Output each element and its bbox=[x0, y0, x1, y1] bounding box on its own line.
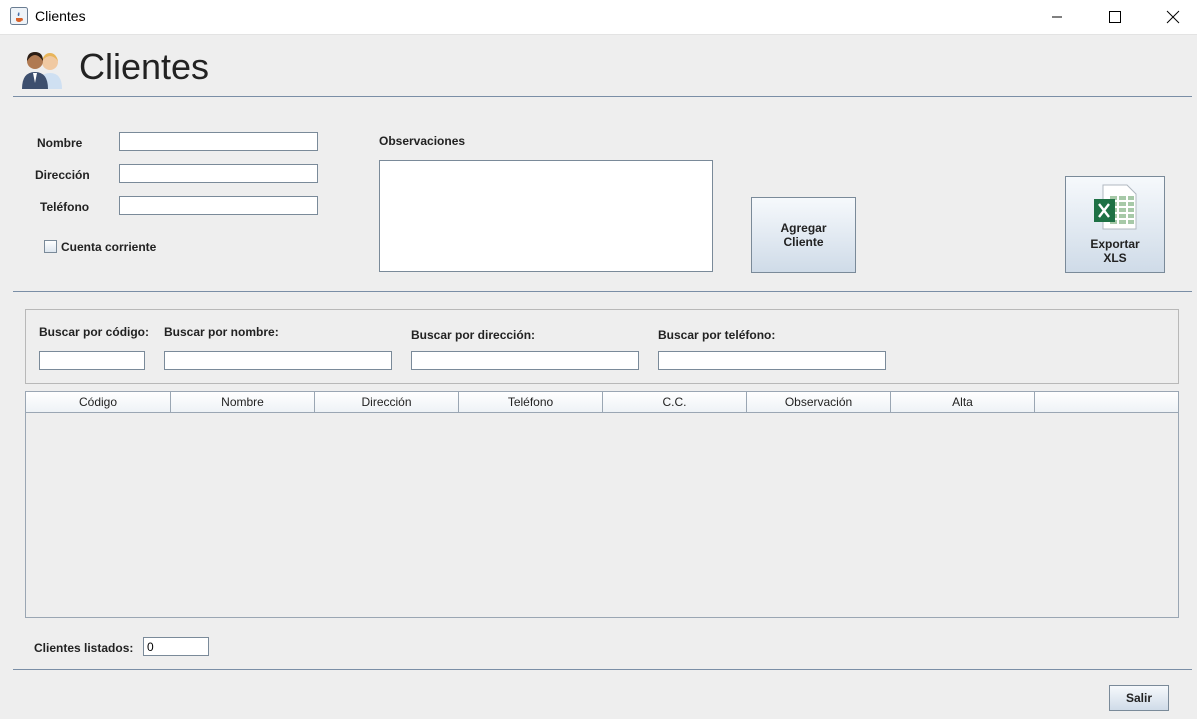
maximize-button[interactable] bbox=[1086, 0, 1144, 34]
direccion-label: Dirección bbox=[35, 168, 90, 182]
clientes-listados-field[interactable] bbox=[143, 637, 209, 656]
clientes-listados-label: Clientes listados: bbox=[34, 641, 134, 655]
buscar-nombre-label: Buscar por nombre: bbox=[164, 325, 279, 339]
column-header-cc[interactable]: C.C. bbox=[603, 392, 747, 412]
nombre-field[interactable] bbox=[119, 132, 318, 151]
page-title: Clientes bbox=[79, 46, 210, 87]
column-header-nombre[interactable]: Nombre bbox=[171, 392, 315, 412]
close-icon bbox=[1166, 10, 1180, 24]
nombre-label: Nombre bbox=[37, 136, 83, 150]
search-panel bbox=[25, 309, 1179, 384]
column-header-telefono[interactable]: Teléfono bbox=[459, 392, 603, 412]
direccion-field[interactable] bbox=[119, 164, 318, 183]
table-body[interactable] bbox=[26, 413, 1178, 617]
buscar-codigo-label: Buscar por código: bbox=[39, 325, 150, 339]
observaciones-textarea[interactable] bbox=[379, 160, 713, 272]
salir-button[interactable]: Salir bbox=[1109, 685, 1169, 711]
agregar-cliente-button[interactable]: Agregar Cliente bbox=[751, 197, 856, 273]
minimize-button[interactable] bbox=[1028, 0, 1086, 34]
column-header-alta[interactable]: Alta bbox=[891, 392, 1035, 412]
close-button[interactable] bbox=[1144, 0, 1197, 34]
buscar-direccion-label: Buscar por dirección: bbox=[411, 328, 536, 342]
buscar-telefono-input[interactable] bbox=[658, 351, 886, 370]
footer-separator bbox=[13, 669, 1192, 670]
agregar-cliente-label-line1: Agregar bbox=[780, 221, 827, 235]
window-title: Clientes bbox=[35, 8, 86, 24]
exportar-xls-label-line1: Exportar bbox=[1090, 237, 1140, 251]
observaciones-label: Observaciones bbox=[379, 134, 466, 148]
agregar-cliente-label-line2: Cliente bbox=[783, 235, 824, 249]
column-header-observacion[interactable]: Observación bbox=[747, 392, 891, 412]
salir-label: Salir bbox=[1125, 691, 1152, 705]
cuenta-corriente-label: Cuenta corriente bbox=[61, 240, 157, 254]
table-header: Código Nombre Dirección Teléfono C.C. Ob… bbox=[26, 392, 1178, 413]
column-header-codigo[interactable]: Código bbox=[26, 392, 171, 412]
column-header-direccion[interactable]: Dirección bbox=[315, 392, 459, 412]
window-titlebar: Clientes bbox=[0, 0, 1197, 35]
java-app-icon bbox=[10, 7, 28, 25]
telefono-label: Teléfono bbox=[40, 200, 90, 214]
cuenta-corriente-checkbox[interactable] bbox=[44, 240, 57, 253]
excel-icon bbox=[1093, 184, 1137, 233]
minimize-icon bbox=[1052, 16, 1062, 18]
form-separator bbox=[13, 291, 1192, 292]
buscar-direccion-input[interactable] bbox=[411, 351, 639, 370]
clients-icon bbox=[20, 49, 66, 91]
clients-table[interactable]: Código Nombre Dirección Teléfono C.C. Ob… bbox=[25, 391, 1179, 618]
buscar-telefono-label: Buscar por teléfono: bbox=[658, 328, 776, 342]
maximize-icon bbox=[1109, 11, 1121, 23]
buscar-nombre-input[interactable] bbox=[164, 351, 392, 370]
telefono-field[interactable] bbox=[119, 196, 318, 215]
header-separator bbox=[13, 96, 1192, 97]
exportar-xls-label-line2: XLS bbox=[1103, 251, 1127, 265]
buscar-codigo-input[interactable] bbox=[39, 351, 145, 370]
exportar-xls-button[interactable]: Exportar XLS bbox=[1065, 176, 1165, 273]
column-header-filler bbox=[1035, 392, 1178, 412]
